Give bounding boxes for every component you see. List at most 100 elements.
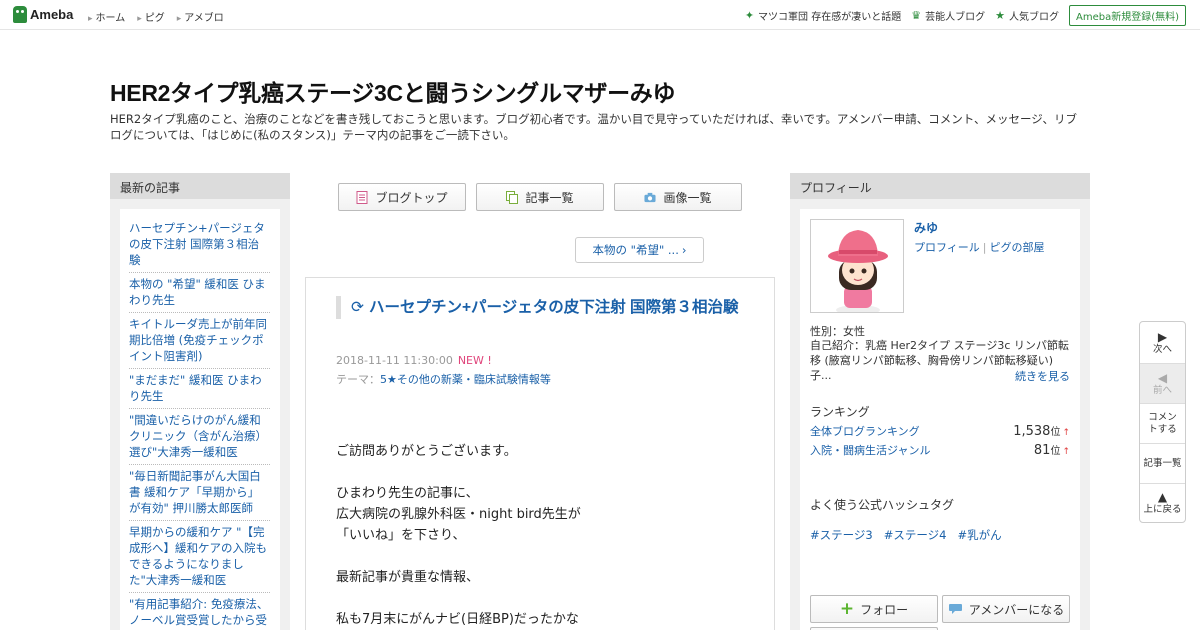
trending-topic-link[interactable]: ✦ マツコ軍団 存在感が凄いと話題	[745, 8, 901, 23]
entry-body: ご訪問ありがとうございます。 ひまわり先生の記事に、 広大病院の乳腺外科医・ni…	[336, 441, 756, 630]
popular-blog-link[interactable]: ★ 人気ブログ	[995, 8, 1059, 23]
nav-ameblo-link[interactable]: アメブロ	[177, 9, 224, 24]
recent-entries-panel: 最新の記事 ハーセプチン+パージェタの皮下注射 国際第３相治験 本物の "希望"…	[110, 173, 290, 630]
genre-ranking-link[interactable]: 入院・闘病生活ジャンル	[810, 442, 930, 458]
entry-list-button[interactable]: 記事一覧	[476, 183, 604, 211]
logo-text: Ameba	[30, 7, 74, 22]
recent-entry-link[interactable]: "間違いだらけのがん緩和クリニック（含がん治療）選び"大津秀一緩和医	[129, 409, 270, 465]
amember-button[interactable]: アメンバーになる	[942, 595, 1070, 623]
recent-entry-link[interactable]: ハーセプチン+パージェタの皮下注射 国際第３相治験	[129, 217, 270, 273]
ranking-value: 1,538	[1013, 424, 1051, 439]
chat-bubble-icon	[948, 604, 962, 614]
ranking-value-group: 81位 ↑	[1034, 442, 1070, 458]
hashtag-heading: よく使う公式ハッシュタグ	[810, 498, 955, 512]
header-right-links: ✦ マツコ軍団 存在感が凄いと話題 ♛ 芸能人ブログ ★ 人気ブログ Ameba…	[745, 5, 1186, 26]
comment-button[interactable]: コメントする	[1140, 404, 1185, 444]
entry-theme-row: テーマ：5★その他の新薬・臨床試験情報等	[336, 371, 551, 387]
blog-top-button[interactable]: ブログトップ	[338, 183, 466, 211]
follow-button[interactable]: + フォロー	[810, 595, 938, 623]
celebrity-blog-label: 芸能人ブログ	[925, 12, 986, 23]
crown-icon: ♛	[911, 9, 922, 22]
profile-heading: プロフィール	[790, 173, 1090, 199]
entry-body-line: 広大病院の乳腺外科医・night bird先生が	[336, 507, 581, 522]
recent-entry-link[interactable]: "まだまだ" 緩和医 ひまわり先生	[129, 369, 270, 409]
celebrity-blog-link[interactable]: ♛ 芸能人ブログ	[911, 8, 985, 23]
prev-label: 前へ	[1152, 384, 1172, 396]
nav-pigg-link[interactable]: ピグ	[137, 9, 165, 24]
profile-link[interactable]: プロフィール	[914, 241, 980, 254]
profile-gender: 性別：女性	[810, 325, 865, 338]
back-to-top-button[interactable]: ▲ 上に戻る	[1140, 484, 1185, 522]
pigg-avatar-icon	[828, 230, 888, 312]
entry-body-line: 最新記事が貴重な情報、	[336, 570, 480, 585]
next-entry-button[interactable]: ▶ 次へ	[1140, 322, 1185, 364]
back-to-top-label: 上に戻る	[1143, 504, 1182, 515]
register-button[interactable]: Ameba新規登録(無料)	[1068, 5, 1186, 26]
star-icon: ★	[995, 9, 1005, 22]
ranking-unit: 位	[1050, 427, 1061, 438]
avatar[interactable]	[810, 219, 904, 313]
recent-entry-link[interactable]: "毎日新聞記事がん大国白書 緩和ケア「早期から」が有効" 押川勝太郎医師	[129, 465, 270, 521]
camera-icon	[644, 192, 657, 202]
up-arrow-icon: ↑	[1062, 447, 1070, 457]
nav-home-link[interactable]: ホーム	[88, 9, 126, 24]
pigg-room-link[interactable]: ピグの部屋	[990, 241, 1045, 254]
triangle-up-icon: ▲	[1157, 490, 1168, 504]
entry-body-line: 私も7月末にがんナビ(日経BP)だったかな	[336, 612, 579, 627]
global-nav: ホーム ピグ アメブロ	[88, 9, 224, 24]
profile-links: プロフィール | ピグの部屋	[914, 239, 1045, 255]
recent-entry-link[interactable]: 早期からの緩和ケア "【完成形へ】緩和ケアの入院もできるようになりました"大津秀…	[129, 521, 270, 593]
sparkle-icon: ✦	[744, 9, 755, 22]
follow-label: フォロー	[860, 602, 909, 617]
ranking-row: 入院・闘病生活ジャンル 81位 ↑	[810, 442, 1070, 458]
read-more-link[interactable]: 続きを見る	[1015, 368, 1070, 384]
trending-topic-label: マツコ軍団 存在感が凄いと話題	[758, 12, 902, 23]
chevron-right-icon: ›	[681, 243, 687, 257]
ranking-unit: 位	[1050, 446, 1061, 457]
ranking-value: 81	[1033, 443, 1051, 458]
copy-icon	[506, 190, 519, 204]
next-entry-label: 本物の "希望" ...	[592, 243, 679, 257]
popular-blog-label: 人気ブログ	[1008, 12, 1059, 23]
profile-panel: プロフィール みゆ プロフィール | ピグの部屋 性別：女性 自己紹介：乳癌 Her…	[790, 173, 1090, 630]
entry-title-text: ハーセプチン+パージェタの皮下注射 国際第３相治験	[369, 299, 739, 316]
blog-title[interactable]: HER2タイプ乳癌ステージ3Cと闘うシングルマザーみゆ	[110, 74, 676, 108]
overall-ranking-link[interactable]: 全体ブログランキング	[810, 423, 920, 439]
amember-label: アメンバーになる	[968, 602, 1065, 617]
ameba-logo[interactable]: Ameba	[13, 6, 73, 23]
hashtag-link[interactable]: #ステージ4	[884, 527, 947, 543]
profile-name-link[interactable]: みゆ	[914, 219, 938, 236]
entry-list-side-button[interactable]: 記事一覧	[1140, 444, 1185, 484]
entry-list-label: 記事一覧	[525, 190, 574, 205]
entry-body-line: ご訪問ありがとうございます。	[336, 444, 517, 459]
next-label: 次へ	[1152, 343, 1172, 355]
entry-date-row: 2018-11-11 11:30:00 NEW !	[336, 354, 492, 367]
blog-top-label: ブログトップ	[375, 190, 448, 205]
recent-entry-link[interactable]: "有用記事紹介: 免疫療法、ノーベル賞受賞したから受けてみようか？でも	[129, 593, 270, 630]
entry-body-line	[336, 462, 756, 483]
entry-theme-label: テーマ：	[336, 373, 380, 386]
play-right-icon: ▶	[1157, 329, 1168, 344]
entry-article: ⟳ ハーセプチン+パージェタの皮下注射 国際第３相治験 2018-11-11 11…	[305, 277, 775, 630]
prev-entry-button[interactable]: ◀ 前へ	[1140, 364, 1185, 404]
recent-entries-heading: 最新の記事	[110, 173, 290, 199]
entry-theme-link[interactable]: 5★その他の新薬・臨床試験情報等	[380, 373, 551, 386]
hashtag-link[interactable]: #乳がん	[957, 527, 1001, 543]
ameba-logo-icon	[13, 6, 27, 23]
ranking-row: 全体ブログランキング 1,538位 ↑	[810, 423, 1070, 439]
entry-body-line	[336, 588, 756, 609]
next-entry-link[interactable]: 本物の "希望" ... ›	[575, 237, 704, 263]
recent-entry-link[interactable]: 本物の "希望" 緩和医 ひまわり先生	[129, 273, 270, 313]
entry-body-line: ひまわり先生の記事に、	[336, 486, 479, 501]
hashtag-link[interactable]: #ステージ3	[810, 527, 873, 543]
image-list-button[interactable]: 画像一覧	[614, 183, 742, 211]
recent-entry-link[interactable]: キイトルーダ売上が前年同期比倍増 (免疫チェックポイント阻害剤)	[129, 313, 270, 369]
entry-body-line	[336, 546, 756, 567]
global-header: Ameba ホーム ピグ アメブロ ✦ マツコ軍団 存在感が凄いと話題 ♛ 芸能…	[0, 0, 1200, 30]
recent-entries-list: ハーセプチン+パージェタの皮下注射 国際第３相治験 本物の "希望" 緩和医 ひ…	[120, 209, 280, 630]
profile-box: みゆ プロフィール | ピグの部屋 性別：女性 自己紹介：乳癌 Her2タイプ ステ…	[800, 209, 1080, 630]
entry-list-side-label: 記事一覧	[1143, 457, 1182, 469]
entry-title[interactable]: ⟳ ハーセプチン+パージェタの皮下注射 国際第３相治験	[336, 296, 756, 319]
ranking-value-group: 1,538位 ↑	[1013, 423, 1070, 439]
play-left-icon: ◀	[1157, 370, 1168, 385]
